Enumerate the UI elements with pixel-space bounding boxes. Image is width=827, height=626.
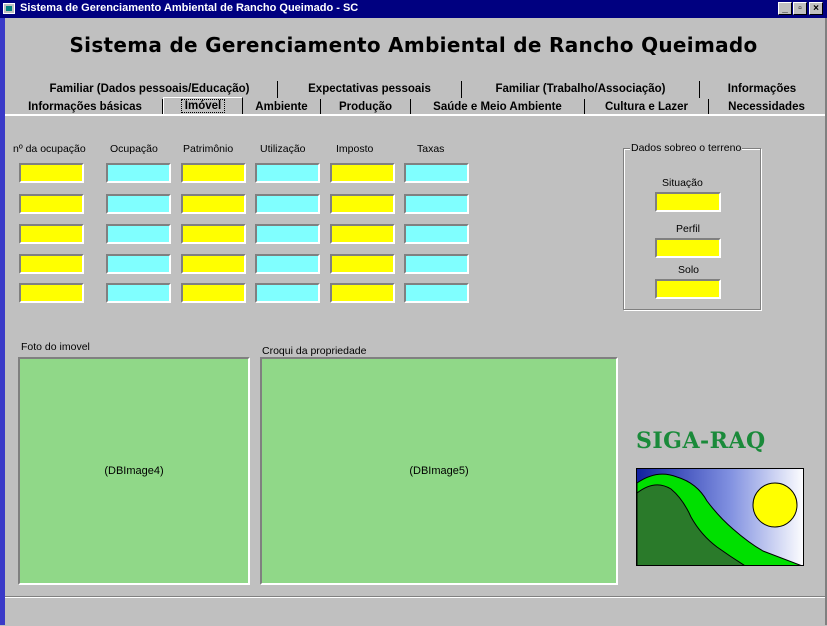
app-title: Sistema de Gerenciamento Ambiental de Ra… bbox=[69, 33, 758, 57]
sketch-label: Croqui da propriedade bbox=[262, 345, 367, 357]
utilizacao-field-row-4[interactable] bbox=[255, 254, 320, 274]
perfil-field[interactable] bbox=[655, 238, 721, 258]
patrimonio-field-row-2[interactable] bbox=[181, 194, 246, 214]
ocupacao-field-row-2[interactable] bbox=[106, 194, 171, 214]
window-titlebar[interactable]: Sistema de Gerenciamento Ambiental de Ra… bbox=[0, 0, 827, 18]
taxas-field-row-5[interactable] bbox=[404, 283, 469, 303]
photo-image[interactable]: (DBImage4) bbox=[18, 357, 250, 585]
terrain-group-label: Dados sobreo o terreno bbox=[630, 142, 743, 154]
numero-ocupacao-field-row-2[interactable] bbox=[19, 194, 84, 214]
situacao-field[interactable] bbox=[655, 192, 721, 212]
photo-placeholder: (DBImage4) bbox=[104, 465, 164, 477]
col-header-numero-ocupacao: nº da ocupação bbox=[13, 143, 86, 155]
patrimonio-field-row-1[interactable] bbox=[181, 163, 246, 183]
imposto-field-row-4[interactable] bbox=[330, 254, 395, 274]
ocupacao-field-row-5[interactable] bbox=[106, 283, 171, 303]
imposto-field-row-5[interactable] bbox=[330, 283, 395, 303]
brand-name: SIGA-RAQ bbox=[636, 428, 766, 454]
patrimonio-field-row-3[interactable] bbox=[181, 224, 246, 244]
ocupacao-field-row-1[interactable] bbox=[106, 163, 171, 183]
col-header-imposto: Imposto bbox=[336, 143, 374, 155]
col-header-utilizacao: Utilização bbox=[260, 143, 306, 155]
solo-label: Solo bbox=[678, 264, 700, 276]
minimize-button[interactable]: _ bbox=[778, 2, 792, 15]
taxas-field-row-1[interactable] bbox=[404, 163, 469, 183]
perfil-label: Perfil bbox=[676, 223, 700, 235]
numero-ocupacao-field-row-4[interactable] bbox=[19, 254, 84, 274]
taxas-field-row-3[interactable] bbox=[404, 224, 469, 244]
ocupacao-field-row-3[interactable] bbox=[106, 224, 171, 244]
numero-ocupacao-field-row-3[interactable] bbox=[19, 224, 84, 244]
window-frame-left bbox=[0, 18, 5, 625]
utilizacao-field-row-1[interactable] bbox=[255, 163, 320, 183]
tab-informacoes[interactable]: Informações bbox=[700, 81, 824, 98]
tab-panel-border bbox=[5, 114, 825, 116]
utilizacao-field-row-5[interactable] bbox=[255, 283, 320, 303]
imposto-field-row-3[interactable] bbox=[330, 224, 395, 244]
tab-imovel-label: Imóvel bbox=[180, 99, 226, 113]
sketch-image[interactable]: (DBImage5) bbox=[260, 357, 618, 585]
landscape-sun-logo-icon bbox=[636, 468, 804, 566]
col-header-ocupacao: Ocupação bbox=[110, 143, 158, 155]
tab-expectativas-pessoais[interactable]: Expectativas pessoais bbox=[278, 81, 462, 98]
solo-field[interactable] bbox=[655, 279, 721, 299]
status-bar bbox=[5, 596, 825, 626]
tab-familiar-dados-pessoais[interactable]: Familiar (Dados pessoais/Educação) bbox=[22, 81, 278, 98]
taxas-field-row-2[interactable] bbox=[404, 194, 469, 214]
sketch-placeholder: (DBImage5) bbox=[409, 465, 469, 477]
photo-label: Foto do imovel bbox=[21, 341, 90, 353]
maximize-button[interactable]: ▫ bbox=[793, 2, 807, 15]
col-header-patrimonio: Patrimônio bbox=[183, 143, 234, 155]
numero-ocupacao-field-row-1[interactable] bbox=[19, 163, 84, 183]
app-icon[interactable] bbox=[3, 3, 15, 14]
tab-familiar-trabalho[interactable]: Familiar (Trabalho/Associação) bbox=[462, 81, 700, 98]
close-button[interactable]: × bbox=[809, 2, 823, 15]
patrimonio-field-row-4[interactable] bbox=[181, 254, 246, 274]
ocupacao-field-row-4[interactable] bbox=[106, 254, 171, 274]
patrimonio-field-row-5[interactable] bbox=[181, 283, 246, 303]
imposto-field-row-2[interactable] bbox=[330, 194, 395, 214]
imposto-field-row-1[interactable] bbox=[330, 163, 395, 183]
situacao-label: Situação bbox=[662, 177, 703, 189]
numero-ocupacao-field-row-5[interactable] bbox=[19, 283, 84, 303]
taxas-field-row-4[interactable] bbox=[404, 254, 469, 274]
utilizacao-field-row-2[interactable] bbox=[255, 194, 320, 214]
col-header-taxas: Taxas bbox=[417, 143, 445, 155]
utilizacao-field-row-3[interactable] bbox=[255, 224, 320, 244]
window-title: Sistema de Gerenciamento Ambiental de Ra… bbox=[20, 2, 359, 14]
